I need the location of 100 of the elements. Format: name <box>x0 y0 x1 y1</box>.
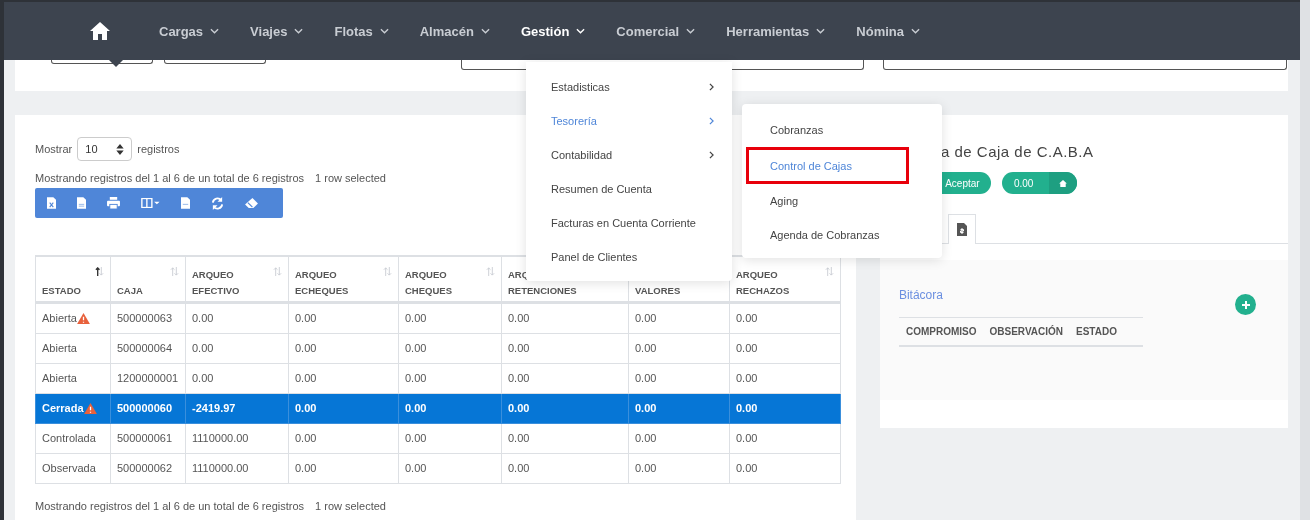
column-header[interactable]: ARQUEO EFECTIVO <box>185 256 289 302</box>
table-cell: 0.00 <box>729 302 841 333</box>
csv-file-icon[interactable] <box>181 197 190 209</box>
table-cell: 1200000001 <box>110 363 186 393</box>
columns-icon[interactable] <box>141 198 160 208</box>
table-cell: 0.00 <box>398 453 502 483</box>
table-cell: 0.00 <box>398 302 502 333</box>
tab[interactable] <box>947 214 976 244</box>
input-field[interactable] <box>883 60 1287 70</box>
column-header[interactable]: ARQUEO ECHEQUES <box>288 256 399 302</box>
home-icon <box>1059 179 1068 187</box>
table-cell: 0.00 <box>628 333 730 363</box>
submenu-item[interactable]: Control de Cajas <box>746 147 909 184</box>
chevron-down-icon <box>576 28 586 34</box>
submenu-item[interactable]: Cobranzas <box>746 113 909 147</box>
eraser-icon[interactable] <box>245 197 258 209</box>
table-cell: 0.00 <box>185 302 289 333</box>
home-icon[interactable] <box>90 22 110 40</box>
table-cell: 0.00 <box>288 393 399 423</box>
table-cell: 0.00 <box>288 453 399 483</box>
column-header: ESTADO <box>1076 326 1117 337</box>
table-cell: 0.00 <box>628 453 730 483</box>
nav-menu-item[interactable]: Viajes <box>250 16 304 46</box>
table-cell: 500000063 <box>110 302 186 333</box>
table-cell: 0.00 <box>288 302 399 333</box>
records-info: Mostrando registros del 1 al 6 de un total de 6 registros <box>35 499 305 512</box>
chevron-down-icon <box>686 28 696 34</box>
column-header[interactable]: CAJA <box>110 256 186 302</box>
nav-menu-item[interactable]: Herramientas <box>726 16 826 46</box>
table-cell: 0.00 <box>628 423 730 453</box>
table-cell: 500000061 <box>110 423 186 453</box>
table-cell: -2419.97 <box>185 393 289 423</box>
chevron-down-icon <box>294 28 304 34</box>
chevron-down-icon <box>816 28 826 34</box>
table-cell: Abierta <box>35 333 111 363</box>
table-cell: 0.00 <box>185 333 289 363</box>
table-cell: 0.00 <box>729 363 841 393</box>
nav-menu-item[interactable]: Nómina <box>856 16 920 46</box>
column-header[interactable]: ARQUEO CHEQUES <box>398 256 502 302</box>
table-cell: 0.00 <box>501 453 629 483</box>
table-cell: 0.00 <box>398 333 502 363</box>
menu-item[interactable]: Tesorería <box>526 104 732 138</box>
table-cell: Observada <box>35 453 111 483</box>
column-header: COMPROMISO <box>905 326 977 337</box>
add-button[interactable] <box>1235 294 1256 315</box>
table-cell: 0.00 <box>288 423 399 453</box>
table-cell: 0.00 <box>398 423 502 453</box>
chevron-down-icon <box>480 28 490 34</box>
print-icon[interactable] <box>107 197 120 209</box>
nav-menu-item[interactable]: Almacén <box>419 16 490 46</box>
table-cell: 0.00 <box>501 333 629 363</box>
page-size-select[interactable]: 10 <box>77 137 133 161</box>
records-info: Mostrando registros del 1 al 6 de un total de 6 registros <box>35 172 305 184</box>
selection-info: 1 row selected <box>315 172 386 184</box>
table-cell: 0.00 <box>501 423 629 453</box>
table-cell: 0.00 <box>185 363 289 393</box>
spinner-arrows-icon <box>116 143 125 155</box>
input-field[interactable] <box>164 60 266 64</box>
pdf-file-icon[interactable] <box>77 197 86 209</box>
nav-menu-item[interactable]: Cargas <box>159 16 220 46</box>
plus-icon <box>1240 299 1251 310</box>
menu-item[interactable]: Contabilidad <box>526 138 732 172</box>
table-cell: 0.00 <box>628 393 730 423</box>
table-cell: 0.00 <box>501 302 629 333</box>
table-cell: 0.00 <box>501 363 629 393</box>
input-field[interactable] <box>51 60 153 64</box>
table-cell: Abierta <box>35 302 111 333</box>
table-cell: 0.00 <box>501 393 629 423</box>
show-label: Mostrar <box>35 143 73 155</box>
table-cell: Controlada <box>35 423 111 453</box>
table-cell: 0.00 <box>398 363 502 393</box>
table-cell: 0.00 <box>729 333 841 363</box>
menu-item[interactable]: Facturas en Cuenta Corriente <box>526 206 732 240</box>
table-cell: 500000062 <box>110 453 186 483</box>
submenu-item[interactable]: Agenda de Cobranzas <box>746 218 909 252</box>
table-cell: 1110000.00 <box>185 453 289 483</box>
submenu-item[interactable]: Aging <box>746 184 909 218</box>
refresh-icon[interactable] <box>211 196 224 210</box>
invoice-icon <box>956 223 967 236</box>
nav-menu-item[interactable]: Comercial <box>616 16 696 46</box>
table-cell: 1110000.00 <box>185 423 289 453</box>
chevron-down-icon <box>379 28 389 34</box>
column-header: OBSERVACIÓN <box>989 326 1064 337</box>
menu-item[interactable]: Resumen de Cuenta <box>526 172 732 206</box>
menu-item[interactable]: Estadisticas <box>526 70 732 104</box>
table-cell: 500000060 <box>110 393 186 423</box>
column-header[interactable]: ESTADO <box>35 256 111 302</box>
chevron-down-icon <box>911 28 920 34</box>
selection-info: 1 row selected <box>315 499 386 512</box>
menu-item[interactable]: Panel de Clientes <box>526 240 732 274</box>
section-title: Bitácora <box>898 288 943 302</box>
nav-menu-item[interactable]: Gestión <box>520 16 586 46</box>
table-cell: 0.00 <box>288 333 399 363</box>
table-cell: 0.00 <box>628 302 730 333</box>
nav-menu-item[interactable]: Flotas <box>334 16 389 46</box>
excel-file-icon[interactable] <box>47 197 56 209</box>
table-cell: 0.00 <box>729 423 841 453</box>
chevron-down-icon <box>210 28 220 34</box>
table-cell: 0.00 <box>398 393 502 423</box>
table-cell: 0.00 <box>628 363 730 393</box>
